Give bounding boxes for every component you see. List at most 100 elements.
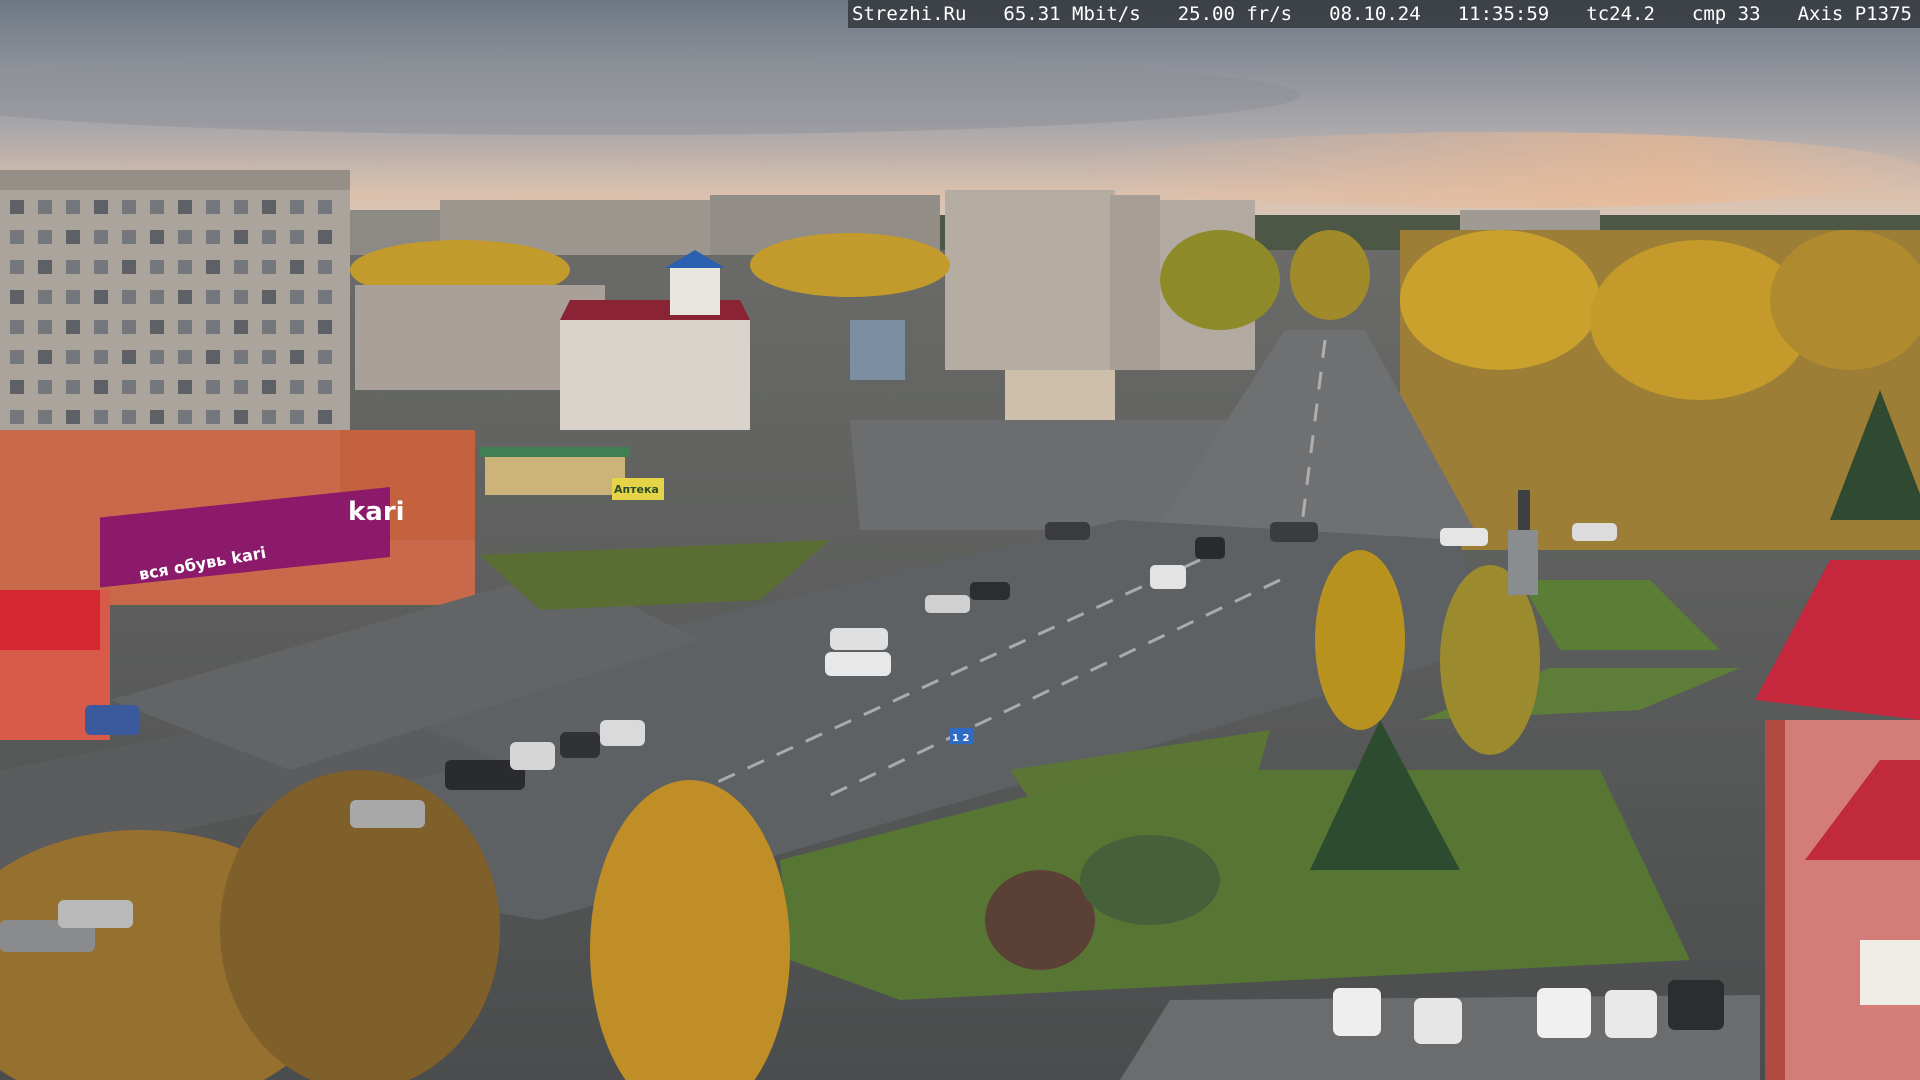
building-window [94,290,108,304]
building-window [318,230,332,244]
building-window [122,230,136,244]
building-window [94,380,108,394]
building-window [94,320,108,334]
building-window [234,290,248,304]
building-window [206,290,220,304]
building-window [66,350,80,364]
building-window [234,410,248,424]
building-window [318,380,332,394]
building-window [262,260,276,274]
kari-logo-text: kari [348,497,405,527]
building-window [318,200,332,214]
building-window [122,320,136,334]
building-window [262,290,276,304]
building-window [290,380,304,394]
building-window [94,410,108,424]
building-window [122,290,136,304]
building-window [38,290,52,304]
building-window [66,200,80,214]
building-window [94,200,108,214]
building-window [234,350,248,364]
building-window [262,380,276,394]
building-window [94,350,108,364]
building-window [318,290,332,304]
building-window [10,320,24,334]
building-window [178,380,192,394]
osd-tc: tc24.2 [1586,3,1655,25]
building-window [262,410,276,424]
osd-camera-model: Axis P1375 [1797,3,1912,25]
building-window [178,230,192,244]
osd-time: 11:35:59 [1457,3,1550,25]
osd-bitrate: 65.31 Mbit/s [1003,3,1141,25]
building-window [66,260,80,274]
autumn-forest-right [1400,230,1920,550]
building-window [10,260,24,274]
building-window [178,320,192,334]
building-window [178,350,192,364]
building-window [290,290,304,304]
building-window [262,350,276,364]
building-window [234,380,248,394]
building-window [318,350,332,364]
building-window [206,410,220,424]
building-window [318,410,332,424]
building-window [234,320,248,334]
building-window [234,200,248,214]
building-window [38,350,52,364]
building-window [150,410,164,424]
building-window [38,260,52,274]
building-window [10,380,24,394]
building-window [38,230,52,244]
building-window [94,230,108,244]
building-window [10,350,24,364]
building-window [178,260,192,274]
building-window [66,410,80,424]
building-window [38,410,52,424]
building-window [290,410,304,424]
building-window [66,230,80,244]
building-window [66,380,80,394]
building-window [262,200,276,214]
building-window [122,200,136,214]
building-window [178,200,192,214]
building-window [234,230,248,244]
building-window [122,410,136,424]
building-window [178,290,192,304]
building-window [290,200,304,214]
building-window [150,230,164,244]
building-window [10,290,24,304]
building-window [234,260,248,274]
sunset-glow [1080,132,1920,208]
osd-date: 08.10.24 [1329,3,1421,25]
camera-osd-overlay: Strezhi.Ru 65.31 Mbit/s 25.00 fr/s 08.10… [848,0,1920,28]
building-window [10,410,24,424]
building-window [10,200,24,214]
building-window [122,380,136,394]
building-window [290,350,304,364]
road-sign-text: 1 2 [952,733,969,744]
building-window [206,350,220,364]
building-window [38,320,52,334]
building-window [206,260,220,274]
small-kiosk-center [1005,370,1115,420]
building-window [122,350,136,364]
building-window [206,230,220,244]
osd-site: Strezhi.Ru [852,3,967,25]
building-window [150,260,164,274]
building-window [94,260,108,274]
osd-framerate: 25.00 fr/s [1177,3,1293,25]
osd-cmp: cmp 33 [1691,3,1761,25]
webcam-scene: kari вся обувь kari Аптека 1 2 [0,0,1920,1080]
pharmacy-sign-text: Аптека [614,483,659,496]
building-window [290,230,304,244]
building-window [290,260,304,274]
building-window [318,320,332,334]
building-window [66,290,80,304]
building-window [262,230,276,244]
building-window [178,410,192,424]
building-window [10,230,24,244]
building-window [122,260,136,274]
building-window [38,200,52,214]
building-window [290,320,304,334]
